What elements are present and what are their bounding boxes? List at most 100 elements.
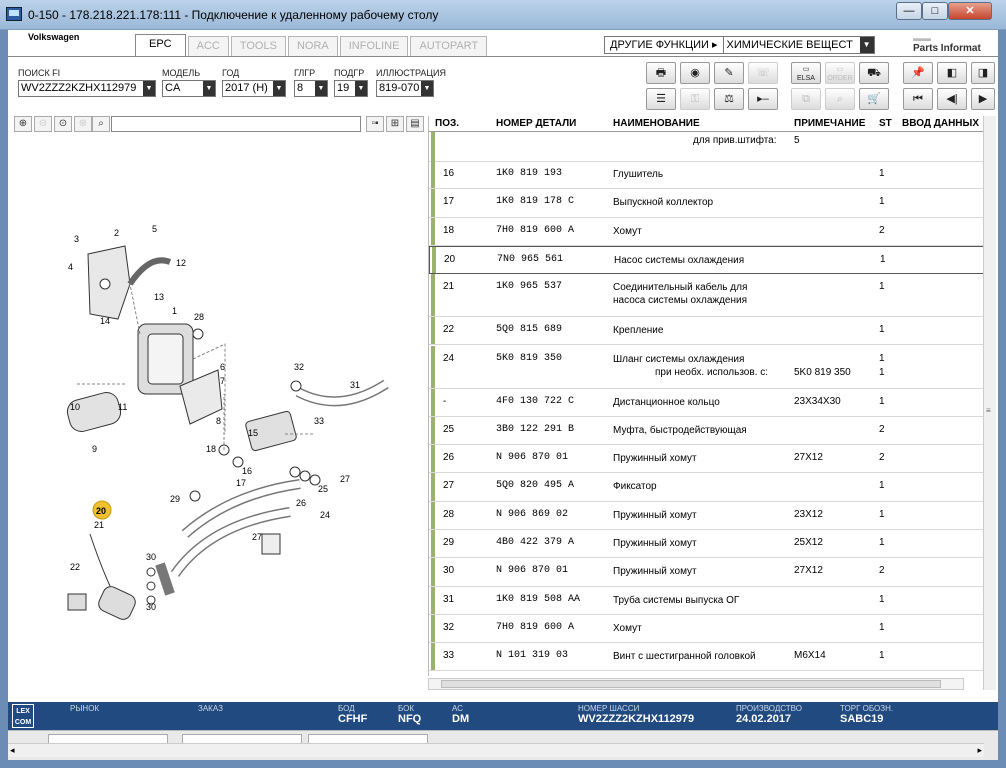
other-functions-button[interactable]: ДРУГИЕ ФУНКЦИИ ▸	[605, 37, 724, 53]
arrow-right-icon[interactable]: ▸–	[748, 88, 778, 110]
table-horizontal-scrollbar[interactable]	[428, 678, 964, 690]
minimize-button[interactable]: —	[896, 2, 922, 20]
table-row[interactable]: 30 N 906 870 01 Пружинный хомут 27X12 2	[429, 558, 984, 587]
main-group-select[interactable]: 8 ▼	[294, 80, 328, 97]
illustration-select[interactable]: 819-070 ▼	[376, 80, 434, 97]
table-row[interactable]: 25 3B0 122 291 B Муфта, быстродействующая 2	[429, 416, 984, 446]
other-functions-select[interactable]: ХИМИЧЕСКИЕ ВЕЩЕСТ ▼	[724, 37, 874, 53]
first-page-icon[interactable]: ⏮	[903, 88, 933, 110]
table-row-fragment[interactable]: для прив.штифта: 5	[429, 132, 984, 162]
print-icon[interactable]: 🖶	[646, 62, 676, 84]
tab-epc[interactable]: EPC	[135, 34, 186, 56]
disk-icon[interactable]: ◉	[680, 62, 710, 84]
chevron-down-icon[interactable]: ▼	[859, 37, 874, 53]
illustration-search-field[interactable]	[111, 116, 361, 132]
table-row[interactable]: 33 N 101 319 03 Винт с шестигранной головк…	[429, 643, 984, 672]
table-row[interactable]: 31 1K0 819 508 AA Труба системы выпуска ОГ…	[429, 586, 984, 615]
table-vertical-scrollbar[interactable]: ≡	[983, 116, 996, 690]
list-next-icon[interactable]: ◨	[971, 62, 995, 84]
table-row[interactable]: 21 1K0 965 537 Соединительный кабель для на…	[429, 274, 984, 318]
zoom-area-icon[interactable]: ⊙	[54, 116, 72, 132]
elsa-button[interactable]: ▭ ELSA	[791, 62, 821, 84]
zoom-fit-icon[interactable]: ⊛	[74, 116, 92, 132]
table-row[interactable]: 18 7H0 819 600 A Хомут 2	[429, 217, 984, 246]
bottom-scrollbar[interactable]: ◂ ▸	[8, 743, 984, 757]
header-st[interactable]: ST	[879, 118, 892, 129]
tab-acc[interactable]: ACC	[187, 36, 229, 56]
scroll-left-icon[interactable]: ◂	[10, 745, 15, 756]
table-view-icon[interactable]: ▤	[406, 116, 424, 132]
scale-icon[interactable]: ⚖	[714, 88, 744, 110]
chat-icon[interactable]: ☏	[748, 62, 778, 84]
key-icon[interactable]: ⚿	[680, 88, 710, 110]
table-row[interactable]: - 4F0 130 722 C Дистанционное кольцо 23X34X…	[429, 388, 984, 417]
tab-nora[interactable]: NORA	[287, 36, 338, 56]
exploded-diagram: 2 5 3 4 12 13 1 28 14 6 7 10 11 8 9 32 3…	[66, 224, 389, 620]
header-pos[interactable]: ПОЗ.	[435, 118, 459, 129]
cart-icon[interactable]: 🛒	[859, 88, 889, 110]
header-note[interactable]: ПРИМЕЧАНИЕ	[794, 118, 865, 129]
table-row[interactable]: 26 N 906 870 01 Пружинный хомут 27X12 2	[429, 445, 984, 474]
scroll-right-icon[interactable]: ▸	[977, 745, 982, 756]
filter-label: ИЛЛЮСТРАЦИЯ	[376, 68, 447, 78]
close-button[interactable]: ✕	[948, 2, 992, 20]
logo-mark: ▬▬	[913, 33, 931, 43]
table-row[interactable]: 24 5K0 819 350 Шланг системы охлаждения при…	[429, 345, 984, 389]
svg-text:3: 3	[74, 234, 79, 244]
row-quantity: 1	[879, 196, 885, 208]
row-note: 27X12	[794, 452, 823, 464]
table-row[interactable]: 22 5Q0 815 689 Крепление 1	[429, 317, 984, 346]
table-row[interactable]: 27 5Q0 820 495 A Фиксатор 1	[429, 473, 984, 502]
table-row[interactable]: 29 4B0 422 379 A Пружинный хомут 25X12 1	[429, 530, 984, 559]
chevron-down-icon[interactable]: ▼	[273, 81, 285, 96]
svg-text:5: 5	[152, 224, 157, 234]
tab-autopart[interactable]: AUTOPART	[410, 36, 488, 56]
search-icon[interactable]: ⌕	[92, 116, 110, 132]
table-row[interactable]: 28 N 906 869 02 Пружинный хомут 23X12 1	[429, 501, 984, 530]
filter-main-group: ГЛГР 8 ▼	[294, 68, 328, 97]
tools-icon[interactable]: ✎	[714, 62, 744, 84]
chevron-down-icon[interactable]: ▼	[421, 81, 433, 96]
list-back-icon[interactable]: ◧	[937, 62, 967, 84]
chevron-down-icon[interactable]: ▼	[315, 81, 327, 96]
chevron-down-icon[interactable]: ▼	[203, 81, 215, 96]
tab-infoline[interactable]: INFOLINE	[339, 36, 409, 56]
pin-icon[interactable]: 📌	[903, 62, 933, 84]
header-data-input[interactable]: ВВОД ДАННЫХ	[902, 118, 979, 129]
row-name: Глушитель	[613, 169, 664, 180]
tab-tools[interactable]: TOOLS	[230, 36, 286, 56]
sub-group-select[interactable]: 19 ▼	[334, 80, 368, 97]
row-name: для прив.штифта:	[693, 135, 777, 146]
split-view-icon[interactable]: ▫▪	[366, 116, 384, 132]
parts-illustration[interactable]: 2 5 3 4 12 13 1 28 14 6 7 10 11 8 9 32 3…	[10, 134, 426, 700]
scroll-grip-icon[interactable]: ≡	[986, 406, 994, 416]
cart-add-icon[interactable]: ⛟	[859, 62, 889, 84]
status-label: НОМЕР ШАССИ	[578, 704, 640, 713]
scrollbar-thumb[interactable]	[441, 680, 941, 688]
model-select[interactable]: CA ▼	[162, 80, 216, 97]
row-position: 27	[443, 480, 455, 492]
table-row[interactable]: 16 1K0 819 193 Глушитель 1	[429, 161, 984, 190]
zoom-in-icon[interactable]: ⊕	[14, 116, 32, 132]
chevron-down-icon[interactable]: ▼	[143, 81, 155, 96]
zoom-out-icon[interactable]: ⊖	[34, 116, 52, 132]
table-row[interactable]: 32 7H0 819 600 A Хомут 1	[429, 614, 984, 644]
vin-search-field[interactable]: WV2ZZZ2KZHX112979 ▼	[18, 80, 156, 97]
highlighted-callout-label: 20	[96, 506, 106, 516]
row-position: 29	[443, 537, 455, 548]
row-quantity: 2	[879, 565, 885, 577]
order-button[interactable]: ▭ ORDER	[825, 62, 855, 84]
maximize-button[interactable]: □	[922, 2, 948, 20]
previous-page-icon[interactable]: ◀|	[937, 88, 967, 110]
table-row[interactable]: 17 1K0 819 178 C Выпускной коллектор 1	[429, 189, 984, 218]
header-name[interactable]: НАИМЕНОВАНИЕ	[613, 118, 700, 129]
grid-view-icon[interactable]: ⊞	[386, 116, 404, 132]
year-select[interactable]: 2017 (H) ▼	[222, 80, 286, 97]
list-icon[interactable]: ☰	[646, 88, 676, 110]
table-row[interactable]: 20 7N0 965 561 Насос системы охлаждения 1	[429, 245, 984, 275]
header-part-number[interactable]: НОМЕР ДЕТАЛИ	[496, 118, 576, 129]
chevron-down-icon[interactable]: ▼	[355, 81, 367, 96]
next-page-icon[interactable]: ▶	[971, 88, 995, 110]
compare-icon[interactable]: ⧉	[791, 88, 821, 110]
search-doc-icon[interactable]: ⌕	[825, 88, 855, 110]
